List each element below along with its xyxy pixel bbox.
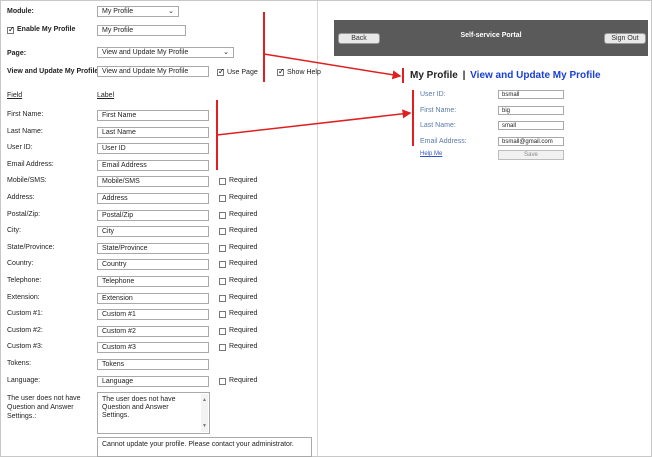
arrow-to-fields — [216, 109, 412, 136]
annotation-arrows — [216, 53, 412, 136]
arrow-to-title — [263, 53, 402, 80]
